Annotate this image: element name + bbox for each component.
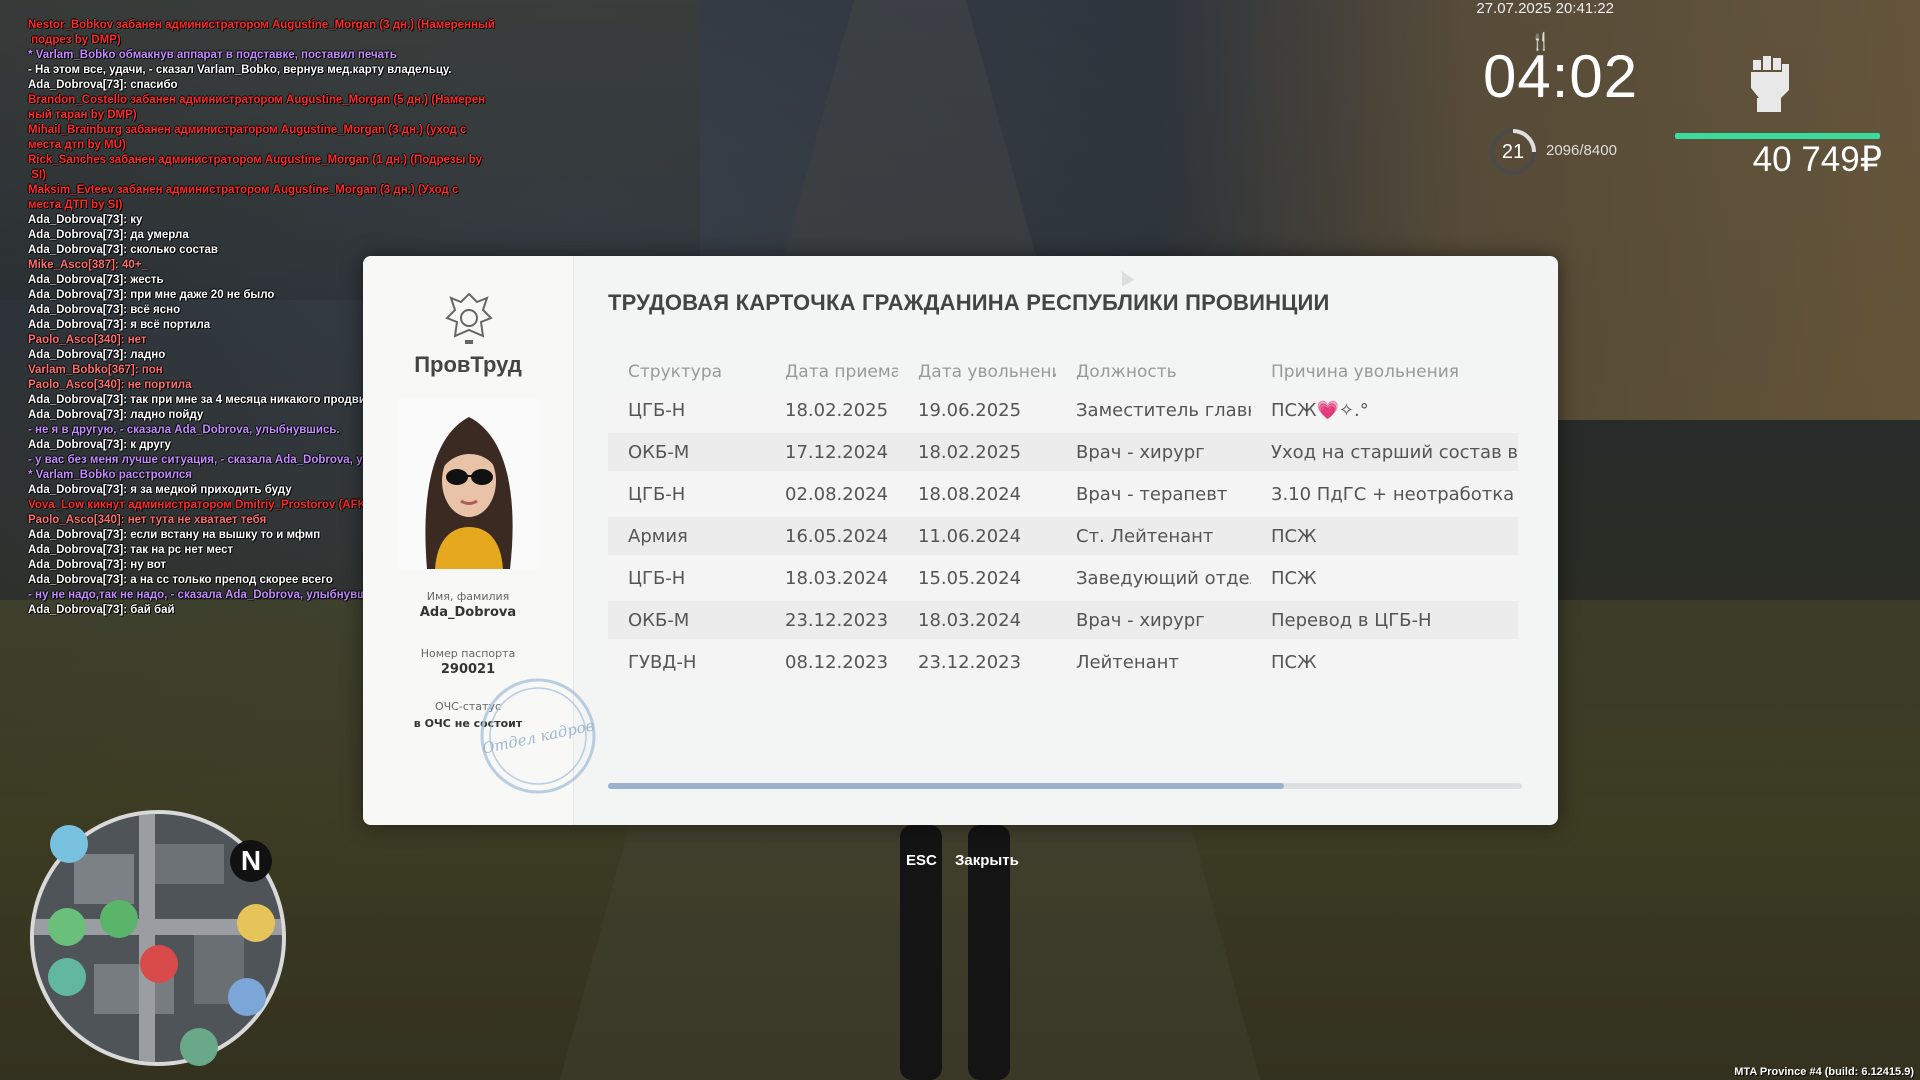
north-indicator: N (230, 840, 272, 882)
column-header-structure: Структура (628, 362, 723, 382)
cell-structure: ЦГБ-Н (628, 399, 686, 421)
taxi-service-icon (50, 825, 88, 863)
chat-line: - На этом все, удачи, - сказал Varlam_Bo… (28, 64, 452, 76)
name-label: Имя, фамилия (426, 590, 510, 603)
health-bar (1675, 133, 1880, 139)
target-icon (48, 908, 86, 946)
cell-reason: ПСЖ (1271, 525, 1317, 547)
cell-reason: ПСЖ (1271, 651, 1317, 673)
bank-icon (180, 1028, 218, 1066)
chat-line: места ДТП by SI) (28, 199, 123, 211)
cell-position: Ст. Лейтенант (1076, 525, 1214, 547)
cell-dismissal-date: 23.12.2023 (918, 651, 1022, 673)
cell-reason: ПСЖ💗✧.° (1271, 399, 1369, 421)
cell-dismissal-date: 11.06.2024 (918, 525, 1022, 547)
profile-panel: ПровТруд Имя, фамилия Ada_Dobrova Номер … (363, 256, 596, 825)
xp-counter: 2096/8400 (1546, 142, 1617, 159)
cell-dismissal-date: 18.02.2025 (918, 441, 1022, 463)
level-number: 21 (1501, 141, 1525, 163)
money-display: 40 749₽ (1752, 140, 1882, 179)
cell-position: Заместитель главног (1076, 399, 1251, 421)
close-label[interactable]: Закрыть (955, 852, 1019, 869)
car-service-icon (48, 958, 86, 996)
home-icon (100, 900, 138, 938)
chat-line: Ada_Dobrova[73]: да умерла (28, 229, 189, 241)
hud-datetime: 27.07.2025 20:41:22 (1476, 0, 1614, 17)
cell-hire-date: 16.05.2024 (785, 525, 889, 547)
cell-hire-date: 02.08.2024 (785, 483, 889, 505)
passport-value: 290021 (440, 662, 496, 677)
cell-position: Заведующий отделе (1076, 567, 1251, 589)
chat-line: SI) (28, 169, 46, 181)
cell-hire-date: 18.02.2025 (785, 399, 889, 421)
close-hint[interactable]: ESC Закрыть (906, 852, 1033, 869)
table-body: ЦГБ-Н 18.02.2025 19.06.2025 Заместитель гла… (608, 391, 1518, 681)
cell-structure: ЦГБ-Н (628, 567, 686, 589)
table-row: ОКБ-М 23.12.2023 18.03.2024 Врач - хирург Пе… (608, 601, 1518, 639)
table-row: ЦГБ-Н 18.03.2024 15.05.2024 Заведующий отде… (608, 559, 1518, 597)
cell-dismissal-date: 18.03.2024 (918, 609, 1022, 631)
cell-reason: ПСЖ (1271, 567, 1317, 589)
employment-table: Структура Дата приема Дата увольнени Дол… (608, 357, 1518, 681)
chat-line: места дтп by MU) (28, 139, 126, 151)
table-row: ЦГБ-Н 18.02.2025 19.06.2025 Заместитель гла… (608, 391, 1518, 429)
avatar (397, 399, 540, 569)
esc-key-label: ESC (906, 852, 937, 869)
chat-line: Nestor_Bobkov забанен администратором Au… (28, 19, 495, 31)
cell-position: Врач - хирург (1076, 441, 1205, 463)
cell-position: Врач - хирург (1076, 609, 1205, 631)
table-row: ОКБ-М 17.12.2024 18.02.2025 Врач - хирург Ух… (608, 433, 1518, 471)
table-row: ЦГБ-Н 02.08.2024 18.08.2024 Врач - терапевт… (608, 475, 1518, 513)
phone-icon (228, 978, 266, 1016)
card-title: ТРУДОВАЯ КАРТОЧКА ГРАЖДАНИНА РЕСПУБЛИКИ … (608, 290, 1330, 315)
name-value: Ada_Dobrova (419, 605, 517, 620)
build-info: MTA Province #4 (build: 6.12415.9) (1734, 1066, 1914, 1078)
cell-reason: 3.10 ПдГС + неотработка вы (1271, 483, 1518, 505)
cell-reason: Уход на старший состав в ЦГ (1271, 441, 1518, 463)
chat-line: Ada_Dobrova[73]: спасибо (28, 79, 178, 91)
cell-position: Врач - терапевт (1076, 483, 1228, 505)
taxi-icon (237, 904, 275, 942)
chat-line: * Varlam_Bobko обмакнув аппарат в подста… (28, 49, 397, 61)
hud-clock: 04:02 (1483, 43, 1639, 110)
chat-line: Rick_Sanches забанен администратором Aug… (28, 154, 483, 166)
chat-line: Brandon_Costello забанен администратором… (28, 94, 486, 106)
cell-structure: ОКБ-М (628, 609, 690, 631)
cell-structure: ОКБ-М (628, 441, 690, 463)
chat-line: подрез by DMP) (28, 34, 121, 46)
table-row: Армия 16.05.2024 11.06.2024 Ст. Лейтенант ПС… (608, 517, 1518, 555)
table-header: Структура Дата приема Дата увольнени Дол… (608, 357, 1518, 387)
cell-hire-date: 23.12.2023 (785, 609, 889, 631)
column-header-dismissal-date: Дата увольнени (918, 362, 1056, 382)
hospital-icon (140, 945, 178, 983)
coat-of-arms-icon (445, 292, 493, 344)
column-header-reason: Причина увольнения (1271, 362, 1459, 382)
cell-reason: Перевод в ЦГБ-Н (1271, 609, 1432, 631)
column-header-position: Должность (1076, 362, 1177, 382)
scrollbar-thumb[interactable] (608, 783, 1285, 789)
cell-hire-date: 18.03.2024 (785, 567, 889, 589)
cell-dismissal-date: 15.05.2024 (918, 567, 1022, 589)
cell-position: Лейтенант (1076, 651, 1179, 673)
cell-structure: ГУВД-Н (628, 651, 697, 673)
chat-line: Maksim_Evteev забанен администратором Au… (28, 184, 459, 196)
cell-hire-date: 17.12.2024 (785, 441, 889, 463)
chat-line: Mihail_Brainburg забанен администратором… (28, 124, 467, 136)
horizontal-scrollbar[interactable] (608, 783, 1522, 789)
cell-structure: Армия (628, 525, 688, 547)
cell-dismissal-date: 19.06.2025 (918, 399, 1022, 421)
record-panel: ТРУДОВАЯ КАРТОЧКА ГРАЖДАНИНА РЕСПУБЛИКИ … (574, 256, 1558, 825)
chat-line: ный таран by DMP) (28, 109, 137, 121)
passport-label: Номер паспорта (420, 647, 516, 660)
fist-icon (1751, 56, 1789, 112)
chat-line: Ada_Dobrova[73]: ку (28, 214, 143, 226)
employment-record-modal: ПровТруд Имя, фамилия Ada_Dobrova Номер … (363, 256, 1558, 825)
column-header-hire-date: Дата приема (785, 362, 898, 382)
cell-hire-date: 08.12.2023 (785, 651, 889, 673)
table-row: ГУВД-Н 08.12.2023 23.12.2023 Лейтенант ПСЖ (608, 643, 1518, 681)
organization-name: ПровТруд (414, 352, 522, 377)
cell-dismissal-date: 18.08.2024 (918, 483, 1022, 505)
cell-structure: ЦГБ-Н (628, 483, 686, 505)
